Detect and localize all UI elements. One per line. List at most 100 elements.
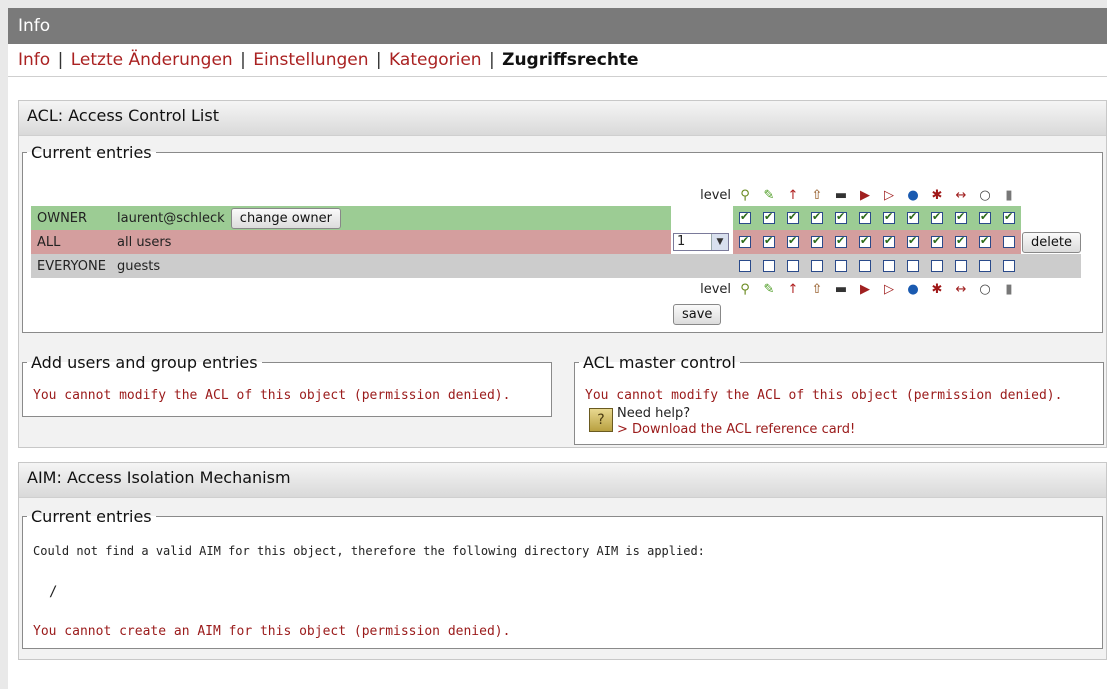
speech-bubble-icon: ○: [979, 281, 991, 297]
perm-checkbox[interactable]: [763, 260, 775, 272]
add-entries-denied: You cannot modify the ACL of this object…: [33, 388, 511, 403]
folder-icon: ▬: [834, 281, 848, 297]
perm-checkbox[interactable]: [955, 260, 967, 272]
tab-settings[interactable]: Einstellungen: [253, 50, 368, 70]
acl-header-row: level ⚲ ✎ ↑ ⇧ ▬ ▶ ▷ ● ✱ ↔ ○ ▮: [31, 184, 1081, 206]
delete-button[interactable]: delete: [1022, 231, 1081, 253]
aim-info-text: Could not find a valid AIM for this obje…: [33, 544, 705, 558]
perm-checkbox[interactable]: [1003, 260, 1015, 272]
acl-who: laurent@schleck: [117, 210, 225, 226]
aim-current-legend: Current entries: [31, 507, 152, 526]
download-reference-link[interactable]: > Download the ACL reference card!: [617, 422, 855, 437]
upload-icon: ⇧: [811, 281, 823, 297]
tab-info[interactable]: Info: [18, 50, 50, 70]
perm-checkbox[interactable]: [979, 234, 991, 248]
acl-who: all users: [117, 234, 172, 250]
perm-checkbox[interactable]: [835, 260, 847, 272]
perm-checkbox[interactable]: [907, 260, 919, 272]
perm-checkbox[interactable]: [787, 260, 799, 272]
tab-bar: Info | Letzte Änderungen | Einstellungen…: [8, 44, 1107, 77]
aim-current-entries: Current entries Could not find a valid A…: [22, 507, 1103, 649]
perm-checkbox[interactable]: [979, 260, 991, 272]
perm-checkbox[interactable]: [931, 260, 943, 272]
pencil-icon: ✎: [763, 281, 775, 297]
arrow-up-icon: ↑: [787, 187, 799, 203]
key-icon: ⚲: [740, 187, 750, 203]
info-icon: ●: [907, 187, 919, 203]
pencil-icon: ✎: [763, 187, 775, 203]
level-select[interactable]: 1 ▼: [673, 233, 729, 251]
double-arrow-icon: ↔: [955, 281, 967, 297]
trash-icon: ▮: [1005, 281, 1013, 297]
aim-path: /: [49, 584, 58, 600]
folder-out-icon: ▷: [884, 187, 894, 203]
perm-checkbox[interactable]: [883, 260, 895, 272]
topbar-title: Info: [18, 16, 51, 36]
perm-checkbox[interactable]: [739, 234, 751, 248]
help-text: Need help?: [617, 406, 691, 421]
perm-checkbox[interactable]: [787, 210, 799, 224]
tab-recent-changes[interactable]: Letzte Änderungen: [71, 50, 233, 70]
level-header: level: [700, 187, 731, 203]
speech-bubble-icon: ○: [979, 187, 991, 203]
arrow-up-icon: ↑: [787, 281, 799, 297]
perm-checkbox[interactable]: [859, 260, 871, 272]
change-owner-button[interactable]: change owner: [230, 207, 341, 229]
level-header: level: [700, 281, 731, 297]
trash-icon: ▮: [1005, 187, 1013, 203]
perm-checkbox[interactable]: [835, 210, 847, 224]
perm-checkbox[interactable]: [787, 234, 799, 248]
perm-checkbox[interactable]: [955, 210, 967, 224]
double-arrow-icon: ↔: [955, 187, 967, 203]
perm-checkbox[interactable]: [763, 234, 775, 248]
perm-checkbox[interactable]: [979, 210, 991, 224]
folder-icon: ▬: [834, 187, 848, 203]
acl-save-row: save: [31, 300, 1081, 328]
topbar: Info: [8, 8, 1107, 44]
folder-out-icon: ▷: [884, 281, 894, 297]
acl-type: EVERYONE: [31, 254, 117, 278]
perm-checkbox[interactable]: [859, 210, 871, 224]
perm-checkbox[interactable]: [1003, 210, 1015, 224]
add-entries-box: Add users and group entries You cannot m…: [22, 353, 552, 417]
acl-master-legend: ACL master control: [583, 353, 736, 372]
acl-master-denied: You cannot modify the ACL of this object…: [585, 388, 1063, 403]
perm-checkbox[interactable]: [859, 234, 871, 248]
acl-master-box: ACL master control You cannot modify the…: [574, 353, 1104, 445]
perm-checkbox[interactable]: [835, 234, 847, 248]
acl-who: guests: [117, 258, 161, 274]
folder-in-icon: ▶: [860, 187, 870, 203]
tab-categories[interactable]: Kategorien: [389, 50, 482, 70]
perm-checkbox[interactable]: [1003, 236, 1015, 248]
perm-checkbox[interactable]: [883, 234, 895, 248]
acl-row-everyone: EVERYONE guests: [31, 254, 1081, 278]
tab-access-rights[interactable]: Zugriffsrechte: [502, 50, 638, 70]
level-select-value: 1: [677, 234, 686, 249]
perm-checkbox[interactable]: [931, 210, 943, 224]
perm-checkbox[interactable]: [955, 234, 967, 248]
page: Info Info | Letzte Änderungen | Einstell…: [8, 8, 1107, 689]
help-book-icon: ?: [589, 408, 613, 432]
perm-checkbox[interactable]: [811, 234, 823, 248]
acl-current-legend: Current entries: [31, 143, 152, 162]
perm-checkbox[interactable]: [763, 210, 775, 224]
perm-checkbox[interactable]: [739, 210, 751, 224]
acl-current-entries: Current entries level ⚲ ✎ ↑ ⇧ ▬ ▶ ▷ ● ✱ …: [22, 143, 1103, 333]
perm-checkbox[interactable]: [931, 234, 943, 248]
save-button[interactable]: save: [673, 303, 722, 325]
key-icon: ⚲: [740, 281, 750, 297]
acl-row-all: ALL all users 1 ▼ ✔ ✔ ✔ ✔ ✔ ✔ ✔ ✔ ✔ ✔ ✔ …: [31, 230, 1081, 254]
perm-checkbox[interactable]: [811, 210, 823, 224]
acl-table: level ⚲ ✎ ↑ ⇧ ▬ ▶ ▷ ● ✱ ↔ ○ ▮ OWNER laur…: [31, 184, 1081, 328]
folder-in-icon: ▶: [860, 281, 870, 297]
upload-icon: ⇧: [811, 187, 823, 203]
aim-section: AIM: Access Isolation Mechanism Current …: [18, 462, 1107, 660]
perm-checkbox[interactable]: [907, 234, 919, 248]
perm-checkbox[interactable]: [907, 210, 919, 224]
acl-type: OWNER: [31, 206, 117, 230]
gear-icon: ✱: [931, 281, 943, 297]
perm-checkbox[interactable]: [739, 260, 751, 272]
perm-checkbox[interactable]: [811, 260, 823, 272]
perm-checkbox[interactable]: [883, 210, 895, 224]
aim-section-title: AIM: Access Isolation Mechanism: [19, 463, 1106, 498]
